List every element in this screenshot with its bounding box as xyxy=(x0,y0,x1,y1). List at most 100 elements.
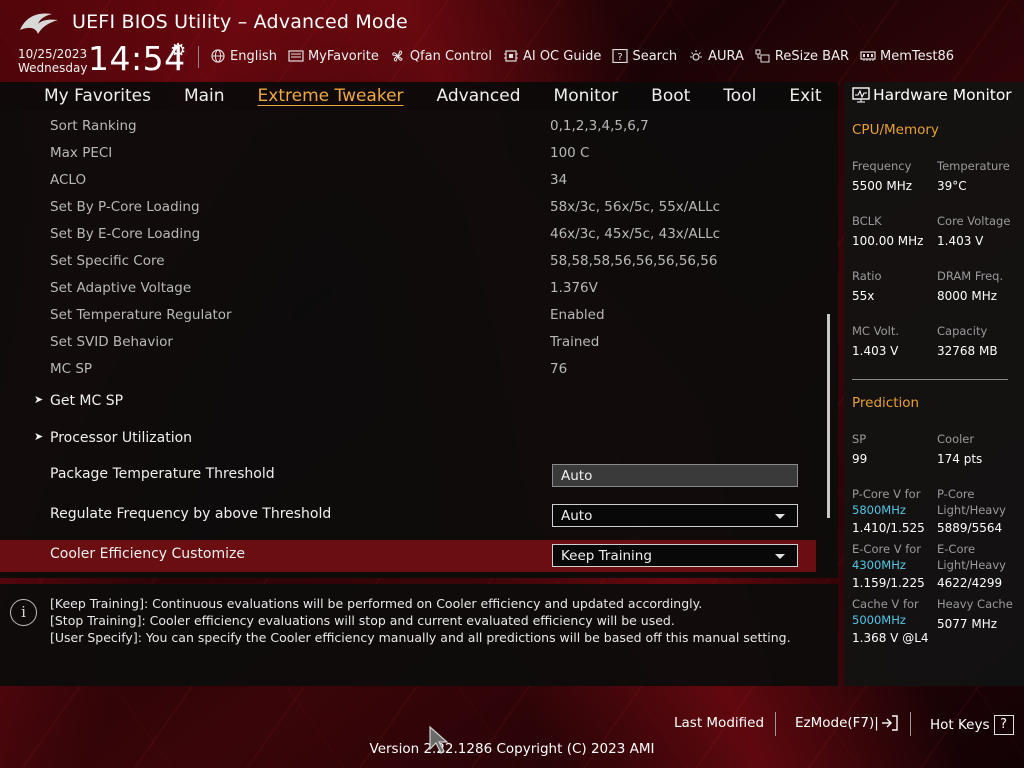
header: UEFI BIOS Utility – Advanced Mode 10/25/… xyxy=(0,0,1024,82)
hw-value: 32768 MB xyxy=(937,344,998,358)
help-line: [Stop Training]: Cooler efficiency evalu… xyxy=(50,613,675,628)
tool-ai-oc-label: AI OC Guide xyxy=(522,48,602,64)
setting-label: Regulate Frequency by above Threshold xyxy=(50,506,332,522)
tab-extreme-tweaker[interactable]: Extreme Tweaker xyxy=(258,86,404,106)
hardware-monitor-title: Hardware Monitor xyxy=(873,86,1012,104)
info-row-ecore-loading: Set By E-Core Loading 46x/3c, 45x/5c, 43… xyxy=(0,220,816,247)
hw-value: 5500 MHz xyxy=(852,179,913,193)
info-label: Max PECI xyxy=(50,145,113,161)
info-value: Enabled xyxy=(550,307,605,323)
scrollbar[interactable] xyxy=(827,314,830,518)
hw-key: Capacity xyxy=(937,324,988,338)
setting-label: Cooler Efficiency Customize xyxy=(50,546,245,562)
tab-advanced[interactable]: Advanced xyxy=(437,86,521,106)
info-label: MC SP xyxy=(50,361,93,377)
tool-myfavorite-label: MyFavorite xyxy=(307,48,379,64)
hw-key: MC Volt. xyxy=(852,324,899,338)
footer: Last Modified EzMode(F7)| Hot Keys ? Ver… xyxy=(0,688,1024,768)
ai-oc-icon xyxy=(503,49,519,63)
prediction-section-title: Prediction xyxy=(852,395,920,411)
exit-arrow-icon xyxy=(881,715,898,731)
search-icon: ? xyxy=(612,49,629,63)
tool-myfavorite[interactable]: MyFavorite xyxy=(288,47,379,65)
chevron-down-icon xyxy=(775,514,785,519)
hw-pcore-light-heavy: P-Core Light/Heavy 5889/5564 xyxy=(937,486,1006,536)
tool-qfan-label: Qfan Control xyxy=(409,48,492,64)
monitor-icon xyxy=(852,87,870,103)
tool-search-label: Search xyxy=(632,48,678,64)
hw-pcore-v: P-Core V for 5800MHz 1.410/1.525 xyxy=(852,486,925,536)
tool-aura[interactable]: AURA xyxy=(688,47,744,65)
setting-package-temp-threshold[interactable]: Package Temperature Threshold Auto xyxy=(0,460,816,492)
info-value: 76 xyxy=(550,361,568,377)
aura-icon xyxy=(688,49,704,63)
help-key-icon: ? xyxy=(993,715,1014,735)
hw-freq-highlight: 4300MHz xyxy=(852,558,906,572)
cooler-efficiency-select[interactable]: Keep Training xyxy=(552,544,798,567)
hw-bclk: BCLK 100.00 MHz xyxy=(852,213,923,249)
tab-tool[interactable]: Tool xyxy=(723,86,756,106)
info-row-temperature-regulator: Set Temperature Regulator Enabled xyxy=(0,301,816,328)
tool-english-label: English xyxy=(230,48,277,64)
last-modified-label: Last Modified xyxy=(674,715,765,731)
footer-divider xyxy=(775,712,776,736)
tool-qfan-control[interactable]: Qfan Control xyxy=(390,47,492,65)
globe-icon xyxy=(210,49,226,63)
info-row-adaptive-voltage: Set Adaptive Voltage 1.376V xyxy=(0,274,816,301)
hw-cache-v: Cache V for 5000MHz 1.368 V @L4 xyxy=(852,596,929,646)
hw-value: 8000 MHz xyxy=(937,289,998,303)
setting-cooler-efficiency[interactable]: Cooler Efficiency Customize Keep Trainin… xyxy=(0,540,816,572)
info-value: 100 C xyxy=(550,145,590,161)
regulate-frequency-select[interactable]: Auto xyxy=(552,504,798,527)
hw-key: Heavy Cache xyxy=(937,597,1013,611)
chevron-right-icon: ➤ xyxy=(34,393,44,406)
hw-key: Frequency xyxy=(852,159,912,173)
tab-exit[interactable]: Exit xyxy=(789,86,821,106)
info-value: 58,58,58,56,56,56,56,56 xyxy=(550,253,718,269)
hw-value: 5077 MHz xyxy=(937,617,998,631)
last-modified-button[interactable]: Last Modified xyxy=(674,715,764,731)
tool-english[interactable]: English xyxy=(210,47,277,65)
submenu-label: Get MC SP xyxy=(50,393,124,409)
info-label: Sort Ranking xyxy=(50,118,137,134)
tab-my-favorites[interactable]: My Favorites xyxy=(44,86,151,106)
tool-aura-label: AURA xyxy=(708,48,744,64)
info-value: 34 xyxy=(550,172,568,188)
submenu-processor-utilization[interactable]: ➤ Processor Utilization xyxy=(0,424,816,452)
tool-memtest86[interactable]: MemTest86 xyxy=(860,47,954,65)
tab-main[interactable]: Main xyxy=(184,86,225,106)
hw-key: Light/Heavy xyxy=(937,558,1006,572)
info-label: Set Adaptive Voltage xyxy=(50,280,192,296)
tool-search[interactable]: ? Search xyxy=(612,47,677,65)
tab-monitor[interactable]: Monitor xyxy=(554,86,619,106)
hw-key: SP xyxy=(852,432,867,446)
info-value: 58x/3c, 56x/5c, 55x/ALLc xyxy=(550,199,721,215)
tool-ai-oc-guide[interactable]: AI OC Guide xyxy=(503,47,601,65)
submenu-get-mc-sp[interactable]: ➤ Get MC SP xyxy=(0,387,816,415)
info-row-max-peci: Max PECI 100 C xyxy=(0,139,816,166)
ezmode-button[interactable]: EzMode(F7)| xyxy=(795,715,899,731)
tab-boot[interactable]: Boot xyxy=(651,86,690,106)
gear-icon[interactable]: ⚙ xyxy=(170,40,186,61)
tool-resize-bar[interactable]: ReSize BAR xyxy=(755,47,849,65)
setting-regulate-frequency[interactable]: Regulate Frequency by above Threshold Au… xyxy=(0,500,816,532)
hw-value: 5889/5564 xyxy=(937,521,1003,535)
submenu-label: Processor Utilization xyxy=(50,430,193,446)
mouse-cursor-icon xyxy=(429,725,449,754)
info-label: Set SVID Behavior xyxy=(50,334,173,350)
package-temp-threshold-input[interactable]: Auto xyxy=(552,464,798,487)
tool-memtest86-label: MemTest86 xyxy=(880,48,955,64)
help-text: [Keep Training]: Continuous evaluations … xyxy=(50,595,791,646)
svg-text:?: ? xyxy=(618,52,623,63)
favorite-icon xyxy=(288,49,304,63)
info-row-specific-core: Set Specific Core 58,58,58,56,56,56,56,5… xyxy=(0,247,816,274)
hw-core-voltage: Core Voltage 1.403 V xyxy=(937,213,1010,249)
app-title: UEFI BIOS Utility – Advanced Mode xyxy=(72,11,408,33)
hw-key: Light/Heavy xyxy=(937,503,1006,517)
date-display: 10/25/2023 Wednesday xyxy=(18,47,87,75)
info-label: Set By P-Core Loading xyxy=(50,199,200,215)
hot-keys-button[interactable]: Hot Keys ? xyxy=(930,715,1014,735)
header-divider xyxy=(198,46,199,68)
tool-resize-bar-label: ReSize BAR xyxy=(774,48,850,64)
chevron-down-icon xyxy=(775,554,785,559)
